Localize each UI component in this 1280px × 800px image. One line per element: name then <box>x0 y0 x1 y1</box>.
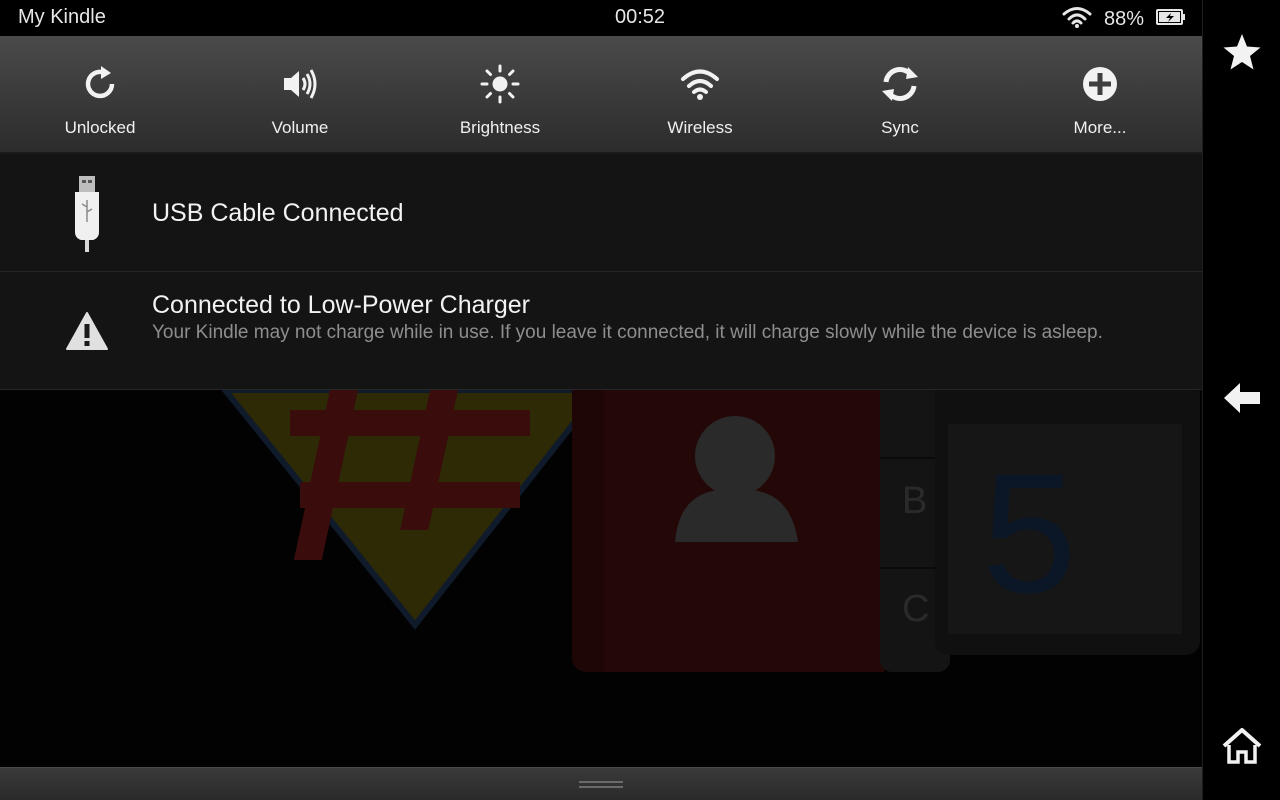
quick-setting-label: More... <box>1073 118 1127 137</box>
brightness-icon <box>478 62 522 106</box>
wifi-icon <box>1062 5 1092 34</box>
battery-charging-icon <box>1156 8 1186 31</box>
grip-line <box>579 786 623 788</box>
quick-setting-label: Unlocked <box>64 118 136 137</box>
star-icon <box>1222 32 1262 77</box>
quick-setting-label: Sync <box>881 118 919 137</box>
calendar-day: 5 <box>982 439 1077 629</box>
notification-list: USB Cable Connected Connected to Low-Pow… <box>0 154 1202 390</box>
quick-setting-label: Brightness <box>459 118 541 137</box>
sync-icon <box>878 62 922 106</box>
index-letter: B <box>902 480 928 522</box>
volume-icon <box>278 62 322 106</box>
plus-circle-icon <box>1078 62 1122 106</box>
notification-title: Connected to Low-Power Charger <box>152 291 530 319</box>
nav-bar <box>1202 0 1280 800</box>
rotation-unlocked-icon <box>78 62 122 106</box>
quick-setting-brightness[interactable]: Brightness <box>400 36 600 154</box>
notification-low-power-charger[interactable]: Connected to Low-Power Charger Your Kind… <box>0 272 1202 390</box>
quick-settings-bar: Unlocked Volume Brightness Wireless Sync… <box>0 36 1202 154</box>
quick-setting-unlocked[interactable]: Unlocked <box>0 36 200 154</box>
home-button[interactable] <box>1203 718 1280 778</box>
quick-setting-volume[interactable]: Volume <box>200 36 400 154</box>
favorites-button[interactable] <box>1203 24 1280 84</box>
home-icon <box>1221 726 1263 771</box>
back-arrow-icon <box>1222 380 1262 421</box>
notification-drawer-handle[interactable] <box>0 767 1202 800</box>
battery-percent: 88% <box>1103 8 1144 30</box>
grip-line <box>579 781 623 783</box>
notification-title: USB Cable Connected <box>152 199 404 227</box>
index-letter: C <box>902 588 930 630</box>
warning-icon <box>52 310 122 352</box>
status-indicators: 88% <box>1062 5 1186 34</box>
quick-setting-label: Wireless <box>667 118 733 137</box>
usb-cable-icon <box>52 174 122 254</box>
wifi-icon <box>678 62 722 106</box>
notification-body: Your Kindle may not charge while in use.… <box>152 322 1103 343</box>
home-background: B C 5 <box>0 390 1202 767</box>
quick-setting-wireless[interactable]: Wireless <box>600 36 800 154</box>
quick-setting-more[interactable]: More... <box>1000 36 1200 154</box>
notification-usb[interactable]: USB Cable Connected <box>0 154 1202 272</box>
quick-setting-label: Volume <box>271 118 329 137</box>
quick-setting-sync[interactable]: Sync <box>800 36 1000 154</box>
status-bar: My Kindle 00:52 88% <box>0 0 1202 36</box>
back-button[interactable] <box>1203 370 1280 430</box>
